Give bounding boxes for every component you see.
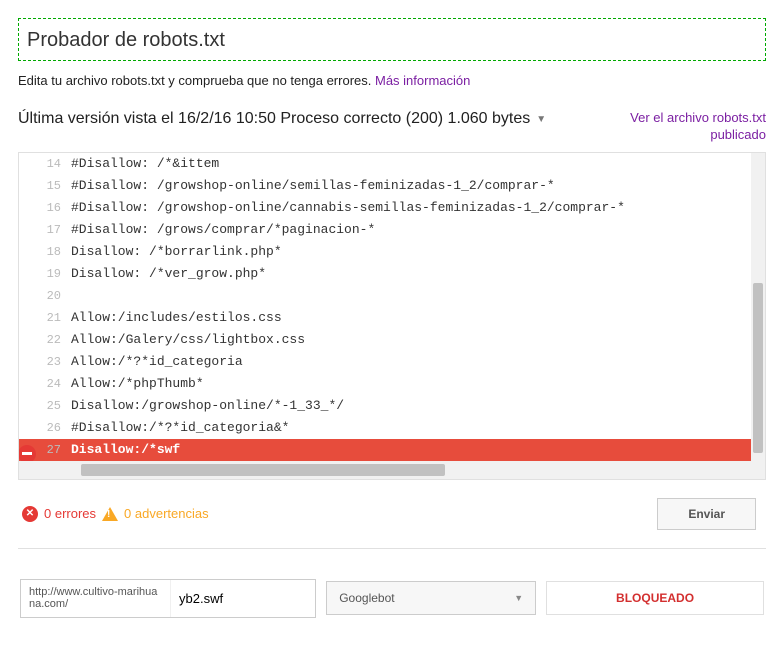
- version-status-dropdown[interactable]: Última versión vista el 16/2/16 10:50 Pr…: [18, 110, 546, 128]
- warning-icon: !: [102, 507, 118, 521]
- line-number: 26: [19, 421, 71, 435]
- url-path-input[interactable]: [171, 583, 315, 614]
- editor-line[interactable]: 19Disallow: /*ver_grow.php*: [19, 263, 765, 285]
- line-number: 20: [19, 289, 71, 303]
- page-subtitle: Edita tu archivo robots.txt y comprueba …: [18, 73, 766, 88]
- error-count: 0 errores: [44, 506, 96, 521]
- editor-line[interactable]: 15#Disallow: /growshop-online/semillas-f…: [19, 175, 765, 197]
- line-number: 14: [19, 157, 71, 171]
- editor-line[interactable]: 27Disallow:/*swf: [19, 439, 765, 461]
- page-title: Probador de robots.txt: [27, 29, 757, 52]
- line-number: 23: [19, 355, 71, 369]
- editor-line[interactable]: 22Allow:/Galery/css/lightbox.css: [19, 329, 765, 351]
- more-info-link[interactable]: Más información: [375, 73, 470, 88]
- url-prefix: http://www.cultivo-marihuana.com/: [21, 580, 171, 617]
- submit-button[interactable]: Enviar: [657, 498, 756, 530]
- editor-line[interactable]: 23Allow:/*?*id_categoria: [19, 351, 765, 373]
- page-header: Probador de robots.txt: [18, 18, 766, 61]
- editor-line[interactable]: 18Disallow: /*borrarlink.php*: [19, 241, 765, 263]
- editor-line[interactable]: 24Allow:/*phpThumb*: [19, 373, 765, 395]
- line-content: #Disallow: /growshop-online/cannabis-sem…: [71, 200, 765, 215]
- chevron-down-icon: ▼: [514, 593, 523, 603]
- scrollbar-thumb[interactable]: [81, 464, 445, 476]
- editor-line[interactable]: 20: [19, 285, 765, 307]
- line-number: 16: [19, 201, 71, 215]
- line-content: Disallow:/growshop-online/*-1_33_*/: [71, 398, 765, 413]
- no-entry-icon: [19, 445, 36, 461]
- line-number: 18: [19, 245, 71, 259]
- editor-line[interactable]: 26#Disallow:/*?*id_categoria&*: [19, 417, 765, 439]
- line-number: 17: [19, 223, 71, 237]
- subtitle-text: Edita tu archivo robots.txt y comprueba …: [18, 73, 375, 88]
- editor-line[interactable]: 14#Disallow: /*&ittem: [19, 153, 765, 175]
- scrollbar-thumb[interactable]: [753, 283, 763, 453]
- robots-editor[interactable]: 14#Disallow: /*&ittem15#Disallow: /grows…: [18, 152, 766, 480]
- bot-select-label: Googlebot: [339, 591, 394, 605]
- line-number: 24: [19, 377, 71, 391]
- line-content: Allow:/*phpThumb*: [71, 376, 765, 391]
- validation-summary: ✕ 0 errores ! 0 advertencias: [22, 506, 209, 522]
- line-number: 19: [19, 267, 71, 281]
- view-published-link[interactable]: Ver el archivo robots.txt publicado: [626, 110, 766, 144]
- horizontal-scrollbar[interactable]: [19, 461, 765, 479]
- line-number: 15: [19, 179, 71, 193]
- url-test-group: http://www.cultivo-marihuana.com/: [20, 579, 316, 618]
- chevron-down-icon: ▼: [536, 114, 546, 125]
- line-content: Allow:/includes/estilos.css: [71, 310, 765, 325]
- line-number: 27: [19, 443, 71, 457]
- line-content: Allow:/Galery/css/lightbox.css: [71, 332, 765, 347]
- line-number: 25: [19, 399, 71, 413]
- editor-line[interactable]: 17#Disallow: /grows/comprar/*paginacion-…: [19, 219, 765, 241]
- editor-line[interactable]: 25Disallow:/growshop-online/*-1_33_*/: [19, 395, 765, 417]
- editor-line[interactable]: 21Allow:/includes/estilos.css: [19, 307, 765, 329]
- warning-count: 0 advertencias: [124, 506, 209, 521]
- version-status-text: Última versión vista el 16/2/16 10:50 Pr…: [18, 110, 530, 128]
- test-result-button[interactable]: BLOQUEADO: [546, 581, 764, 615]
- line-content: #Disallow:/*?*id_categoria&*: [71, 420, 765, 435]
- bot-select[interactable]: Googlebot ▼: [326, 581, 536, 615]
- error-icon: ✕: [22, 506, 38, 522]
- vertical-scrollbar[interactable]: [751, 153, 765, 461]
- line-content: Allow:/*?*id_categoria: [71, 354, 765, 369]
- line-content: Disallow: /*ver_grow.php*: [71, 266, 765, 281]
- line-content: Disallow: /*borrarlink.php*: [71, 244, 765, 259]
- editor-line[interactable]: 16#Disallow: /growshop-online/cannabis-s…: [19, 197, 765, 219]
- line-content: #Disallow: /grows/comprar/*paginacion-*: [71, 222, 765, 237]
- line-content: #Disallow: /*&ittem: [71, 156, 765, 171]
- line-number: 21: [19, 311, 71, 325]
- line-number: 22: [19, 333, 71, 347]
- line-content: Disallow:/*swf: [71, 442, 765, 457]
- line-content: #Disallow: /growshop-online/semillas-fem…: [71, 178, 765, 193]
